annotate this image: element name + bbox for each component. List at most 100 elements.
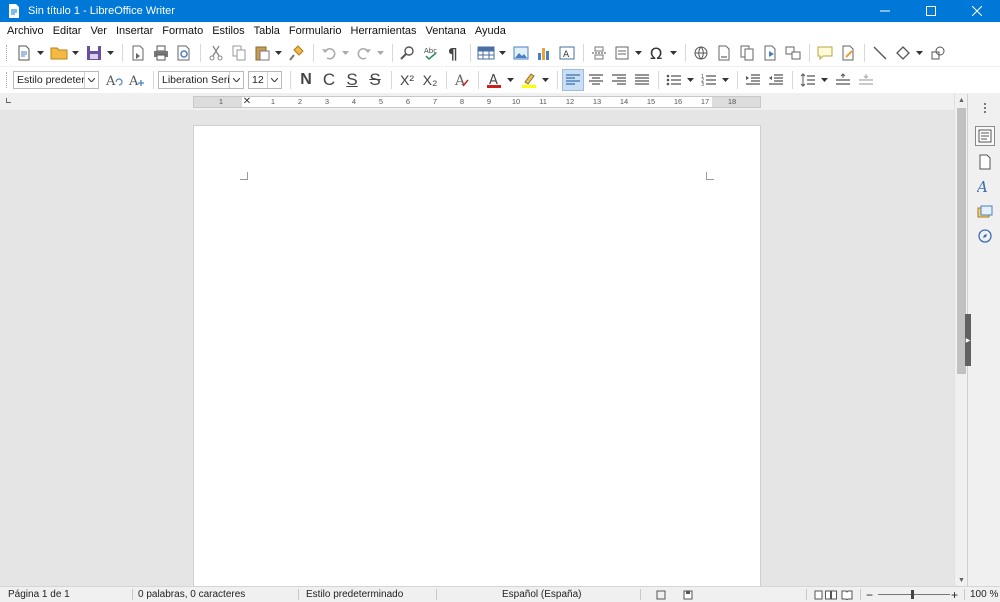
paste-icon[interactable] [251, 42, 273, 64]
basic-shapes-icon[interactable] [892, 42, 914, 64]
chevron-down-icon[interactable] [84, 72, 98, 88]
cut-icon[interactable] [205, 42, 227, 64]
styles-icon[interactable]: A [975, 176, 995, 196]
new-document-icon[interactable] [13, 42, 35, 64]
superscript-button[interactable]: X² [396, 69, 418, 91]
insert-table-icon[interactable] [475, 42, 497, 64]
word-count[interactable]: 0 palabras, 0 caracteres [138, 587, 245, 602]
insert-image-icon[interactable] [510, 42, 532, 64]
clear-formatting-icon[interactable]: A [451, 69, 473, 91]
bold-button[interactable]: N [295, 69, 317, 91]
line-spacing-icon[interactable] [797, 69, 819, 91]
insert-chart-icon[interactable] [533, 42, 555, 64]
save-dropdown-icon[interactable] [106, 42, 115, 64]
menu-herramientas[interactable]: Herramientas [348, 25, 423, 37]
chevron-down-icon[interactable] [267, 72, 281, 88]
sidebar-collapse-handle[interactable]: ▶ [965, 314, 971, 366]
menu-editar[interactable]: Editar [50, 25, 88, 37]
document-modified-icon[interactable] [683, 587, 693, 602]
track-changes-icon[interactable] [837, 42, 859, 64]
cross-reference-icon[interactable] [782, 42, 804, 64]
special-character-icon[interactable]: Ω [646, 42, 668, 64]
print-preview-icon[interactable] [173, 42, 195, 64]
export-pdf-icon[interactable] [127, 42, 149, 64]
horizontal-ruler[interactable]: 1 ✕ 1 2 3 4 5 6 7 8 9 10 11 12 13 14 15 … [193, 96, 761, 108]
menu-ayuda[interactable]: Ayuda [472, 25, 512, 37]
endnote-icon[interactable] [736, 42, 758, 64]
unordered-list-dropdown-icon[interactable] [686, 69, 695, 91]
redo-icon[interactable] [353, 42, 375, 64]
align-right-icon[interactable] [608, 69, 630, 91]
footnote-icon[interactable] [713, 42, 735, 64]
navigator-icon[interactable] [975, 226, 995, 246]
italic-button[interactable]: C [318, 69, 340, 91]
font-size-value[interactable]: 12 [249, 74, 267, 86]
increase-indent-icon[interactable] [742, 69, 764, 91]
menu-ver[interactable]: Ver [87, 25, 113, 37]
text-language[interactable]: Español (España) [502, 587, 582, 602]
highlight-color-icon[interactable] [518, 69, 540, 91]
undo-icon[interactable] [318, 42, 340, 64]
document-page[interactable] [193, 125, 761, 586]
toolbar-grip[interactable] [6, 45, 10, 61]
open-folder-icon[interactable] [48, 42, 70, 64]
font-color-icon[interactable]: A [483, 69, 505, 91]
menu-estilos[interactable]: Estilos [209, 25, 250, 37]
ruler-indent-marker[interactable]: ✕ [243, 96, 251, 107]
zoom-out-button[interactable]: − [866, 587, 873, 602]
properties-icon[interactable] [975, 126, 995, 146]
insert-textbox-icon[interactable]: A [556, 42, 578, 64]
paste-dropdown-icon[interactable] [274, 42, 283, 64]
comment-icon[interactable] [814, 42, 836, 64]
zoom-slider-track[interactable] [878, 594, 950, 595]
highlight-dropdown-icon[interactable] [541, 69, 550, 91]
justify-icon[interactable] [631, 69, 653, 91]
sidebar-menu-icon[interactable] [975, 98, 995, 118]
save-icon[interactable] [83, 42, 105, 64]
strikethrough-button[interactable]: S [364, 69, 386, 91]
menu-ventana[interactable]: Ventana [423, 25, 472, 37]
new-dropdown-icon[interactable] [36, 42, 45, 64]
maximize-button[interactable] [908, 0, 954, 22]
insert-field-icon[interactable] [611, 42, 633, 64]
decrease-indent-icon[interactable] [765, 69, 787, 91]
print-icon[interactable] [150, 42, 172, 64]
line-spacing-dropdown-icon[interactable] [820, 69, 829, 91]
find-replace-icon[interactable] [397, 42, 419, 64]
undo-dropdown-icon[interactable] [341, 42, 350, 64]
page-count[interactable]: Página 1 de 1 [8, 587, 70, 602]
decrease-paragraph-spacing-icon[interactable] [855, 69, 877, 91]
copy-icon[interactable] [228, 42, 250, 64]
draw-functions-icon[interactable] [927, 42, 949, 64]
open-dropdown-icon[interactable] [71, 42, 80, 64]
shapes-dropdown-icon[interactable] [915, 42, 924, 64]
font-size-combo[interactable]: 12 [248, 71, 282, 89]
zoom-slider-thumb[interactable] [911, 590, 914, 599]
ordered-list-icon[interactable]: 123 [698, 69, 720, 91]
redo-dropdown-icon[interactable] [376, 42, 385, 64]
book-view-icon[interactable] [841, 587, 853, 602]
field-dropdown-icon[interactable] [634, 42, 643, 64]
insert-mode-icon[interactable] [656, 587, 666, 602]
font-color-dropdown-icon[interactable] [506, 69, 515, 91]
close-button[interactable] [954, 0, 1000, 22]
align-left-icon[interactable] [562, 69, 584, 91]
paragraph-style-combo[interactable]: Estilo predeterminado [13, 71, 99, 89]
paragraph-style-value[interactable]: Estilo predeterminado [14, 74, 84, 86]
toolbar-grip[interactable] [6, 72, 10, 88]
font-name-combo[interactable]: Liberation Serif [158, 71, 244, 89]
minimize-button[interactable] [862, 0, 908, 22]
align-center-icon[interactable] [585, 69, 607, 91]
font-name-value[interactable]: Liberation Serif [159, 74, 229, 86]
page-icon[interactable] [975, 152, 995, 172]
multi-page-view-icon[interactable] [825, 587, 837, 602]
menu-tabla[interactable]: Tabla [251, 25, 286, 37]
insert-page-break-icon[interactable] [588, 42, 610, 64]
menu-insertar[interactable]: Insertar [113, 25, 159, 37]
line-icon[interactable] [869, 42, 891, 64]
menu-formato[interactable]: Formato [159, 25, 209, 37]
formatting-marks-icon[interactable]: ¶ [443, 42, 465, 64]
gallery-icon[interactable] [975, 202, 995, 222]
table-dropdown-icon[interactable] [498, 42, 507, 64]
increase-paragraph-spacing-icon[interactable] [832, 69, 854, 91]
